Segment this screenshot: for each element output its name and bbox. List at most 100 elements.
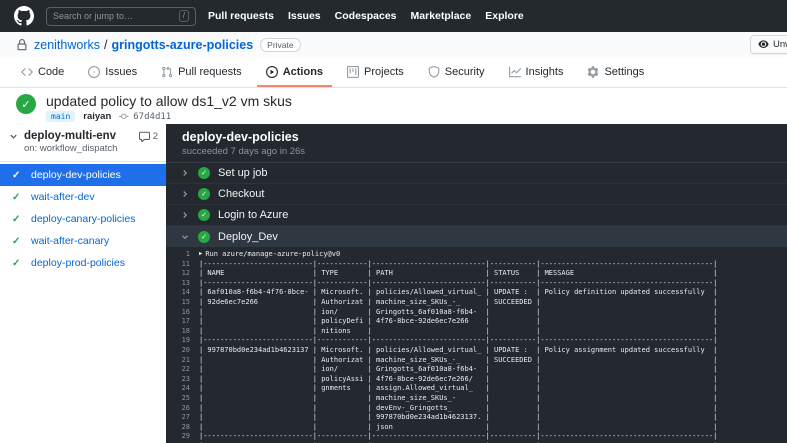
top-nav-item[interactable]: Pull requests	[208, 10, 274, 22]
tab-issues[interactable]: Issues	[79, 58, 146, 87]
job-success-check-icon: ✓	[12, 235, 21, 247]
log-line-number[interactable]: 14	[166, 288, 190, 298]
github-logo-icon[interactable]	[14, 6, 34, 26]
gear-icon	[588, 65, 599, 78]
tab-actions[interactable]: Actions	[256, 58, 333, 87]
commit-ref[interactable]: 67d4d11	[119, 111, 171, 122]
code-icon	[21, 67, 33, 76]
shield-icon	[428, 65, 440, 78]
unwatch-button[interactable]: Unwatch	[750, 35, 787, 54]
branch-badge[interactable]: main	[46, 111, 76, 122]
jobs-sidebar: deploy-multi-env 2 on: workflow_dispatch…	[0, 124, 166, 443]
log-line-number[interactable]: 20	[166, 346, 190, 356]
log-line-number[interactable]: 13	[166, 279, 190, 289]
tab-security[interactable]: Security	[419, 58, 494, 87]
chevron-right-icon	[183, 212, 188, 218]
repo-name-link[interactable]: gringotts-azure-policies	[111, 38, 253, 52]
global-search[interactable]: /	[46, 6, 196, 26]
repo-owner-link[interactable]: zenithworks	[34, 38, 100, 52]
log-line: 25 ▶ | | | machine_size_SKUs_- | | |	[166, 394, 787, 404]
job-list-item[interactable]: ✓ wait-after-dev	[0, 186, 166, 208]
log-line-text: | | nitions | | | |	[199, 326, 718, 335]
tab-pull-requests[interactable]: Pull requests	[152, 58, 251, 87]
log-line: 16 ▶ | | ion/ | Gringotts_6af010a8-f6b4-…	[166, 308, 787, 318]
log-line-number[interactable]: 24	[166, 384, 190, 394]
top-nav-item[interactable]: Explore	[485, 10, 524, 22]
log-line-number[interactable]: 27	[166, 413, 190, 423]
log-line-number[interactable]: 12	[166, 269, 190, 279]
expand-group-icon[interactable]: ▶	[199, 250, 202, 260]
log-line-text: | | policyDefi | 4f76-8bce-92de6ec7e266 …	[199, 317, 718, 326]
tab-label: Settings	[604, 65, 645, 78]
log-line-number[interactable]: 21	[166, 356, 190, 366]
graph-icon	[508, 66, 521, 77]
log-line-number[interactable]: 25	[166, 394, 190, 404]
workflow-name: deploy-multi-env	[24, 130, 117, 142]
chevron-down-icon	[10, 134, 17, 139]
log-line-text: | 997870bd0e234ad1b4623137 | Microsoft. …	[199, 345, 718, 354]
log-line-number[interactable]: 11	[166, 260, 190, 270]
job-list-item[interactable]: ✓ deploy-prod-policies	[0, 252, 166, 274]
log-line-text: |--------------------------|------------…	[199, 259, 718, 268]
tab-insights[interactable]: Insights	[500, 58, 573, 87]
step-row[interactable]: ✓ Set up job	[166, 163, 787, 184]
step-label: Deploy_Dev	[218, 230, 278, 243]
job-title: deploy-dev-policies	[182, 130, 299, 144]
log-line-number[interactable]: 16	[166, 308, 190, 318]
log-line-number[interactable]: 15	[166, 298, 190, 308]
workflow-trigger: on: workflow_dispatch	[24, 143, 118, 154]
step-row[interactable]: ✓ Deploy_Dev	[166, 226, 787, 247]
tab-settings[interactable]: Settings	[578, 58, 653, 87]
tab-projects[interactable]: Projects	[338, 58, 413, 87]
unwatch-label: Unwatch	[773, 39, 787, 50]
log-line-number[interactable]: 22	[166, 365, 190, 375]
log-line: 1 ▶ Run azure/manage-azure-policy@v0	[166, 250, 787, 260]
step-row[interactable]: ✓ Login to Azure	[166, 205, 787, 226]
search-input[interactable]	[53, 11, 163, 21]
log-line-text: |--------------------------|------------…	[199, 278, 718, 287]
log-line: 22 ▶ | | ion/ | Gringotts_6af010a8-f6b4-…	[166, 365, 787, 375]
job-list-item[interactable]: ✓ deploy-dev-policies	[0, 164, 166, 186]
log-line: 28 ▶ | | | json | | |	[166, 423, 787, 433]
job-success-check-icon: ✓	[12, 257, 21, 269]
log-line-text: | | | machine_size_SKUs_- | | |	[199, 393, 718, 402]
commit-author[interactable]: raiyan	[83, 111, 111, 122]
top-nav-item[interactable]: Issues	[288, 10, 321, 22]
log-line-number[interactable]: 29	[166, 432, 190, 442]
log-line-number[interactable]: 28	[166, 423, 190, 433]
top-nav-item[interactable]: Codespaces	[335, 10, 397, 22]
log-line-number[interactable]: 23	[166, 375, 190, 385]
top-nav-item[interactable]: Marketplace	[411, 10, 472, 22]
log-line-text: | 6af010a8-f6b4-4f76-8bce- | Microsoft. …	[199, 288, 718, 297]
job-label: deploy-prod-policies	[31, 257, 125, 269]
log-line-text: | 92de6ec7e266 | Authorizat | machine_si…	[199, 297, 718, 306]
step-row[interactable]: ✓ Checkout	[166, 184, 787, 205]
git-pull-request-icon	[162, 65, 173, 77]
run-content: deploy-multi-env 2 on: workflow_dispatch…	[0, 124, 787, 443]
chevron-down-icon	[182, 234, 188, 239]
log-line: 20 ▶ | 997870bd0e234ad1b4623137 | Micros…	[166, 346, 787, 356]
log-line: 21 ▶ | | Authorizat | machine_size_SKUs_…	[166, 356, 787, 366]
job-status-line: succeeded 7 days ago in 26s	[182, 146, 306, 157]
log-line-number[interactable]: 26	[166, 404, 190, 414]
log-line-text: | | ion/ | Gringotts_6af010a8-f6b4- | | …	[199, 307, 718, 316]
tab-code[interactable]: Code	[12, 58, 73, 87]
annotations-count[interactable]: 2	[138, 131, 158, 142]
job-list-item[interactable]: ✓ deploy-canary-policies	[0, 208, 166, 230]
log-line: 27 ▶ | | | 997870bd0e234ad1b4623137. | |…	[166, 413, 787, 423]
play-circle-icon	[265, 65, 278, 78]
step-success-icon: ✓	[198, 230, 210, 243]
job-list-item[interactable]: ✓ wait-after-canary	[0, 230, 166, 252]
commit-sha: 67d4d11	[133, 111, 172, 122]
github-actions-run-page: / Pull requests Issues Codespaces Market…	[0, 0, 787, 443]
visibility-badge: Private	[260, 38, 301, 52]
log-line-number[interactable]: 18	[166, 327, 190, 337]
run-meta: main raiyan 67d4d11	[46, 111, 292, 122]
step-success-icon: ✓	[198, 167, 210, 179]
step-success-icon: ✓	[198, 209, 210, 221]
log-line-number[interactable]: 17	[166, 317, 190, 327]
log-line-number[interactable]: 19	[166, 336, 190, 346]
workflow-group-header[interactable]: deploy-multi-env 2	[0, 128, 166, 142]
job-label: wait-after-canary	[31, 235, 110, 247]
log-line-number[interactable]: 1	[166, 250, 190, 260]
